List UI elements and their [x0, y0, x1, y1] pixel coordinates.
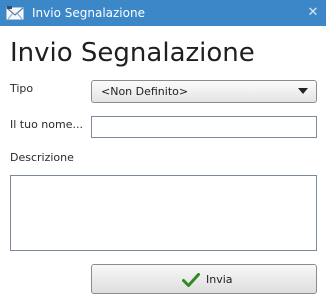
close-icon: ✕	[307, 5, 319, 20]
chevron-down-icon	[298, 88, 308, 94]
name-input[interactable]	[91, 116, 317, 138]
description-input[interactable]	[10, 175, 317, 251]
page-title: Invio Segnalazione	[10, 38, 255, 68]
checkmark-icon	[182, 273, 200, 287]
report-dialog: Invio Segnalazione ✕ Invio Segnalazione …	[0, 0, 326, 300]
send-button[interactable]: Invia	[91, 264, 317, 294]
tipo-label: Tipo	[10, 82, 34, 95]
description-label: Descrizione	[10, 151, 74, 164]
close-button[interactable]: ✕	[304, 4, 322, 22]
send-button-label: Invia	[206, 273, 233, 286]
name-label: Il tuo nome...	[10, 118, 83, 131]
envelope-icon	[6, 6, 24, 20]
window-title: Invio Segnalazione	[32, 6, 145, 20]
tipo-select[interactable]: <Non Definito>	[91, 80, 317, 103]
tipo-select-value: <Non Definito>	[101, 85, 189, 98]
title-bar: Invio Segnalazione ✕	[0, 0, 326, 26]
